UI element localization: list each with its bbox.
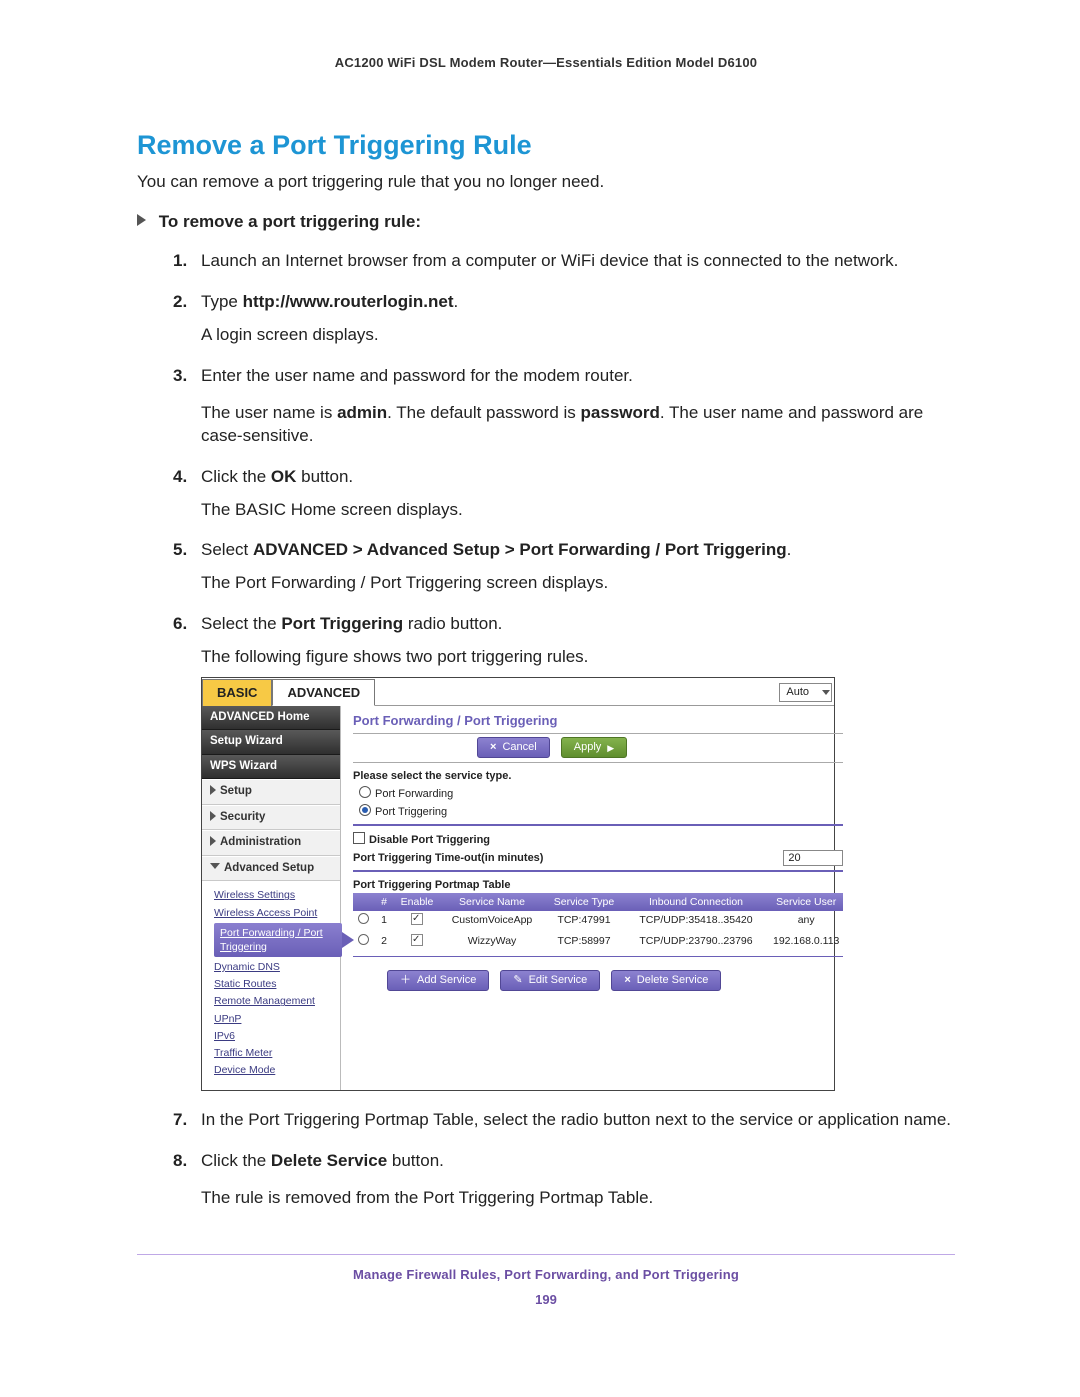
tab-advanced[interactable]: ADVANCED [272,679,375,706]
sublink-traffic-meter[interactable]: Traffic Meter [214,1046,340,1060]
delete-service-button[interactable]: ×Delete Service [611,970,721,991]
page-number: 199 [137,1292,955,1307]
caret-right-icon [210,785,216,795]
sidebar: ADVANCED Home Setup Wizard WPS Wizard Se… [202,706,341,1091]
sidebar-wps-wizard[interactable]: WPS Wizard [202,755,340,780]
step-2: 2. Type http://www.routerlogin.net. A lo… [173,291,955,347]
sidebar-administration[interactable]: Administration [202,830,340,856]
radio-port-forwarding[interactable]: Port Forwarding [359,786,843,802]
edit-service-button[interactable]: ✎Edit Service [500,970,600,991]
step-5: 5. Select ADVANCED > Advanced Setup > Po… [173,539,955,595]
sidebar-security[interactable]: Security [202,805,340,831]
sublink-wireless-settings[interactable]: Wireless Settings [214,888,340,902]
sublink-port-forwarding-triggering[interactable]: Port Forwarding / Port Triggering [214,923,342,957]
cancel-button[interactable]: ×Cancel [477,737,550,758]
document-header: AC1200 WiFi DSL Modem Router—Essentials … [137,55,955,70]
table-row: 2 WizzyWay TCP:58997 TCP/UDP:23790..2379… [353,932,843,952]
intro-paragraph: You can remove a port triggering rule th… [137,171,955,194]
step-1: 1.Launch an Internet browser from a comp… [173,250,955,273]
section-title: Remove a Port Triggering Rule [137,130,955,161]
portmap-table-title: Port Triggering Portmap Table [353,878,843,893]
radio-port-triggering[interactable]: Port Triggering [359,804,843,820]
row-enable-checkbox[interactable] [411,913,423,925]
timeout-label: Port Triggering Time-out(in minutes) [353,851,543,866]
table-row: 1 CustomVoiceApp TCP:47991 TCP/UDP:35418… [353,911,843,931]
footer-chapter: Manage Firewall Rules, Port Forwarding, … [137,1267,955,1282]
row-enable-checkbox[interactable] [411,934,423,946]
caret-down-icon [210,863,220,869]
sidebar-advanced-setup[interactable]: Advanced Setup [202,856,340,882]
plus-icon: ＋ [400,973,411,988]
row-select-radio[interactable] [358,913,369,924]
timeout-input[interactable]: 20 [783,850,843,867]
add-service-button[interactable]: ＋Add Service [387,970,489,991]
table-header: # Enable Service Name Service Type Inbou… [353,893,843,911]
chevron-down-icon [822,690,830,695]
close-icon: × [490,740,496,755]
disable-port-triggering-checkbox[interactable]: Disable Port Triggering [353,832,843,848]
row-select-radio[interactable] [358,934,369,945]
sublink-ipv6[interactable]: IPv6 [214,1029,340,1043]
close-icon: × [624,973,630,988]
caret-right-icon [210,836,216,846]
step-6: 6. Select the Port Triggering radio butt… [173,613,955,1091]
apply-button[interactable]: Apply▶ [561,737,627,758]
tab-basic[interactable]: BASIC [202,679,272,706]
sidebar-setup[interactable]: Setup [202,779,340,805]
procedure-title: To remove a port triggering rule: [137,212,955,232]
sublink-dynamic-dns[interactable]: Dynamic DNS [214,960,340,974]
chevron-right-icon: ▶ [607,742,614,754]
chevron-right-icon [137,214,146,226]
service-type-label: Please select the service type. [353,769,843,784]
sublink-remote-management[interactable]: Remote Management [214,994,340,1008]
sublink-wireless-access-point[interactable]: Wireless Access Point [214,906,340,920]
pencil-icon: ✎ [513,973,522,988]
sublink-static-routes[interactable]: Static Routes [214,977,340,991]
router-ui-screenshot: BASIC ADVANCED Auto ADVANCED Home Setup … [201,677,835,1091]
sublink-upnp[interactable]: UPnP [214,1012,340,1026]
sublink-device-mode[interactable]: Device Mode [214,1063,340,1077]
step-7: 7.In the Port Triggering Portmap Table, … [173,1109,955,1132]
step-4: 4. Click the OK button. The BASIC Home s… [173,466,955,522]
panel-title: Port Forwarding / Port Triggering [353,712,843,735]
step-8: 8. Click the Delete Service button. The … [173,1150,955,1210]
sidebar-advanced-home[interactable]: ADVANCED Home [202,706,340,731]
sidebar-setup-wizard[interactable]: Setup Wizard [202,730,340,755]
step-3: 3. Enter the user name and password for … [173,365,955,448]
main-panel: Port Forwarding / Port Triggering ×Cance… [341,706,851,1091]
caret-right-icon [210,811,216,821]
